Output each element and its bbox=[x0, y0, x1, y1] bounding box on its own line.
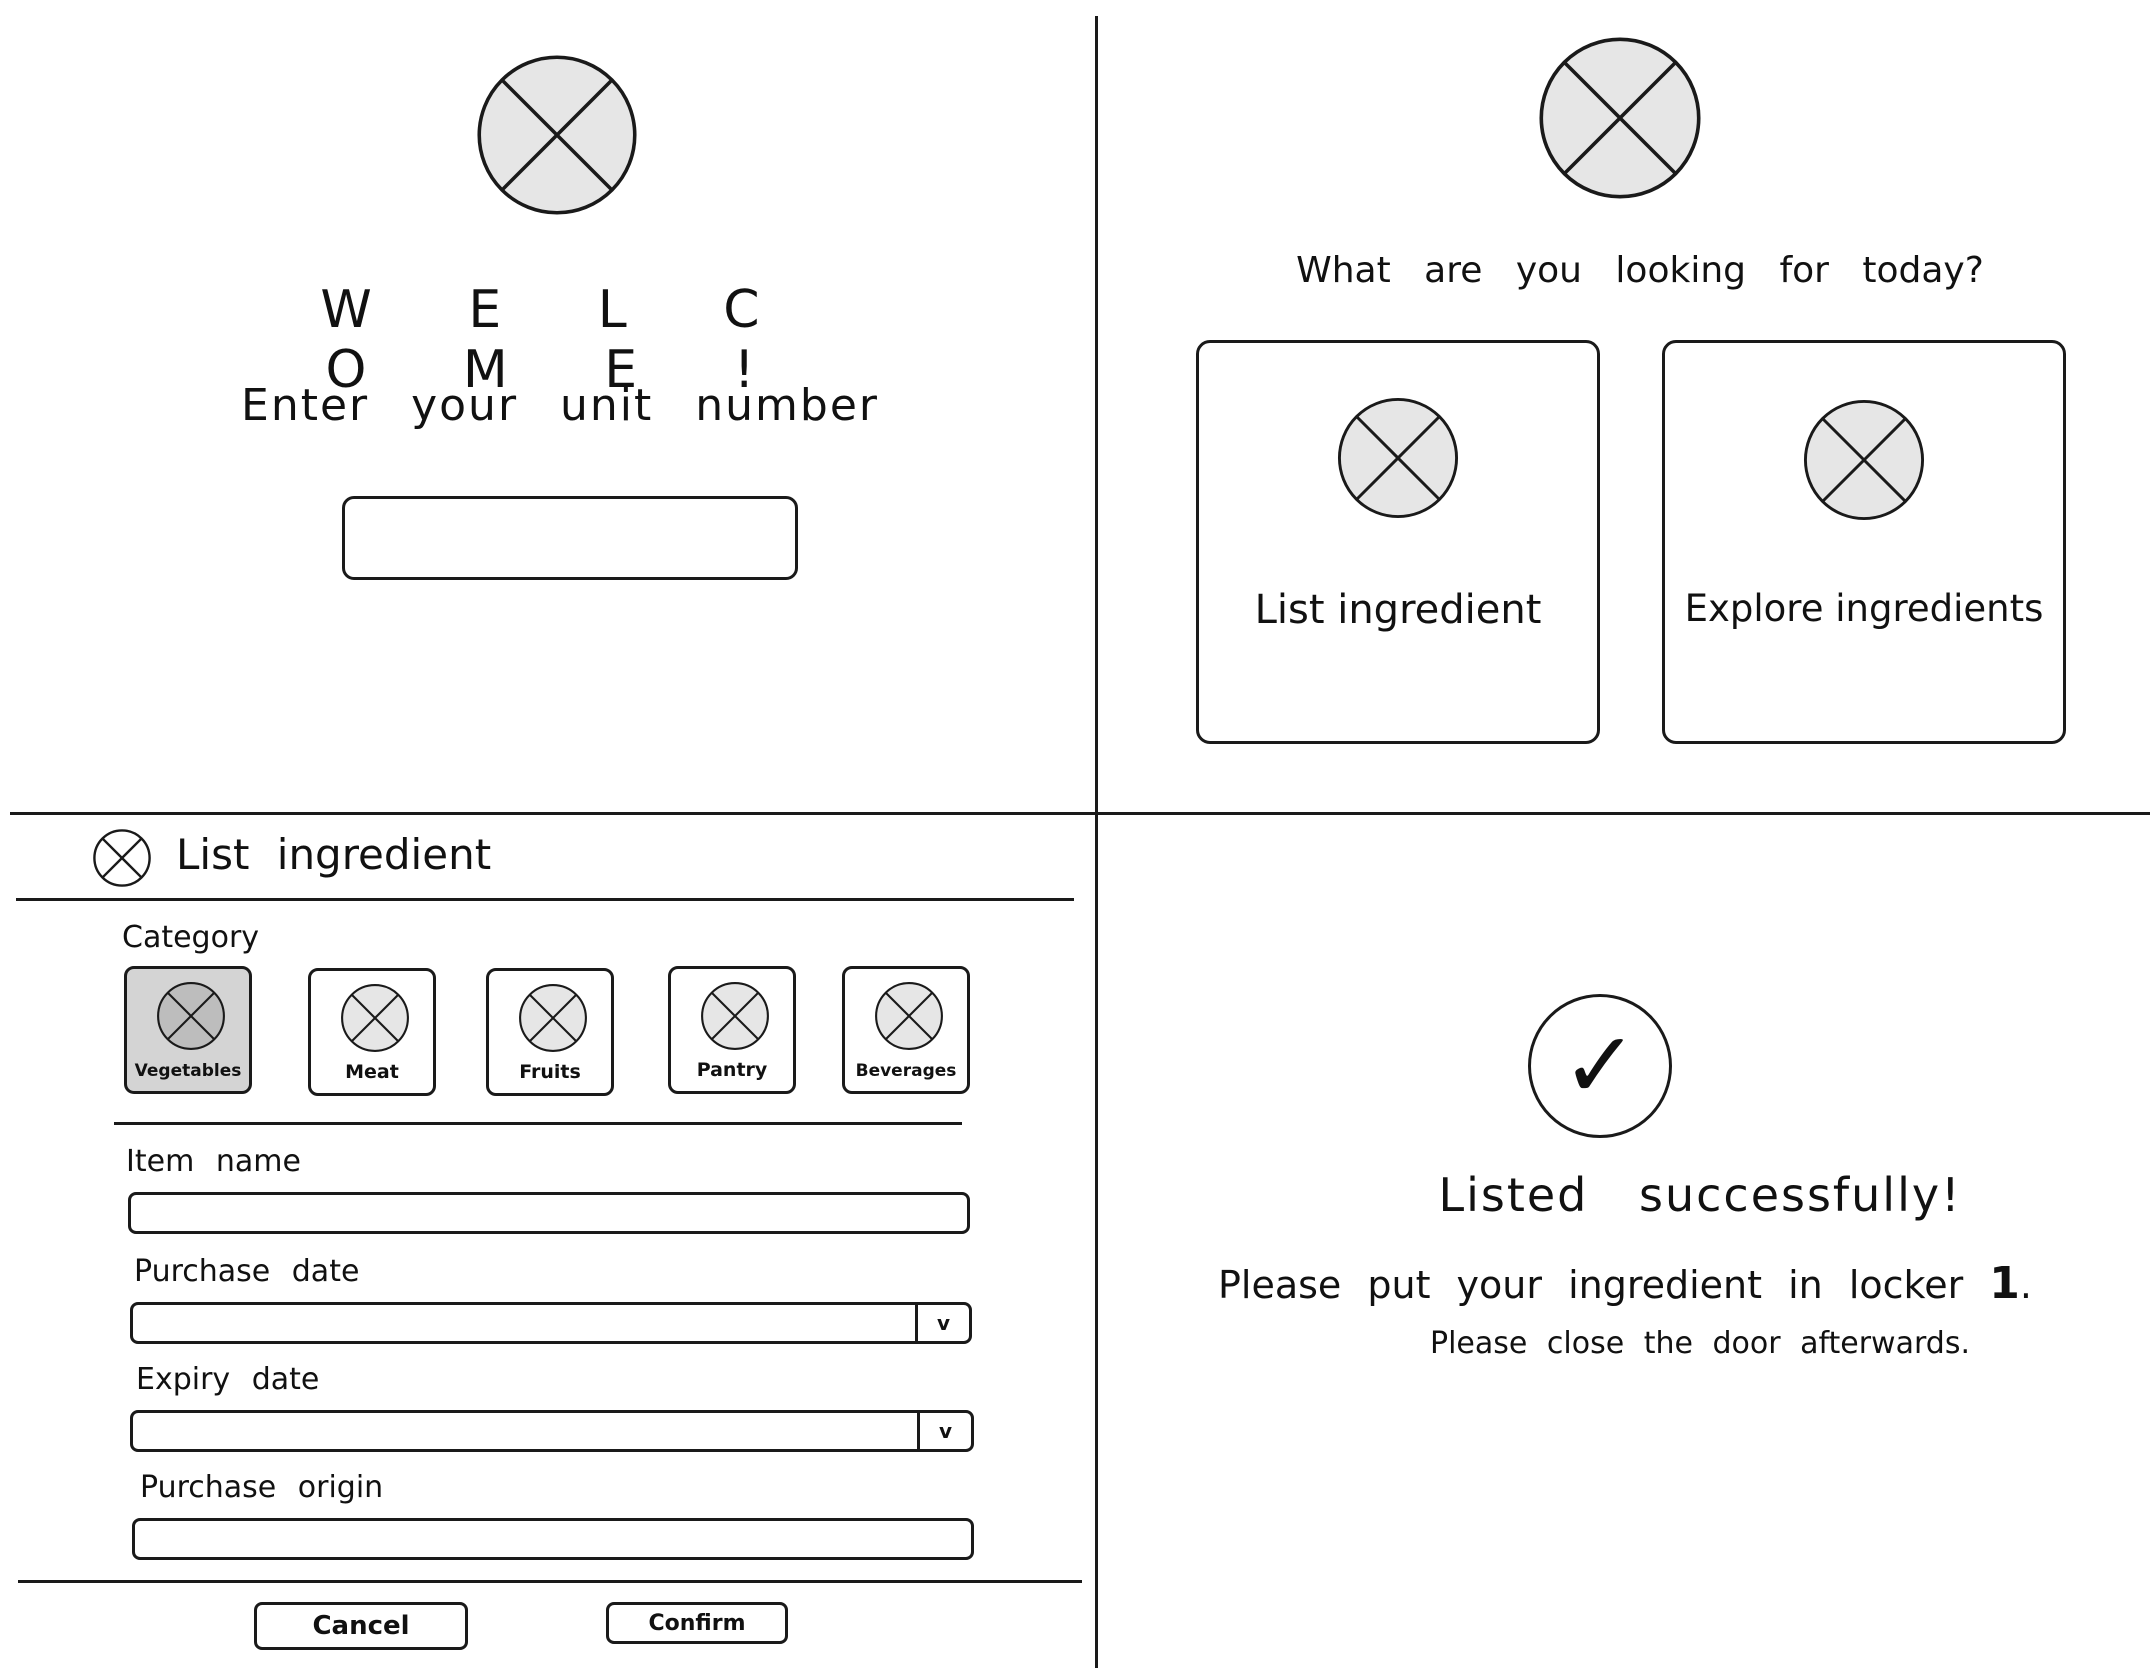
explore-ingredients-label: Explore ingredients bbox=[1684, 587, 2044, 630]
category-beverages-button[interactable]: Beverages bbox=[842, 966, 970, 1094]
success-title: Listed successfully! bbox=[1438, 1168, 1962, 1222]
category-label-meat: Meat bbox=[345, 1061, 399, 1083]
category-label-vegetables: Vegetables bbox=[134, 1061, 242, 1081]
chevron-down-icon[interactable]: v bbox=[915, 1305, 969, 1341]
horizontal-divider bbox=[10, 812, 2150, 815]
explore-ingredients-card[interactable]: Explore ingredients bbox=[1662, 340, 2066, 744]
purchase-date-select[interactable]: v bbox=[130, 1302, 972, 1344]
header-placeholder-icon[interactable] bbox=[92, 828, 152, 888]
purchase-origin-input[interactable] bbox=[132, 1518, 974, 1560]
expiry-date-label: Expiry date bbox=[136, 1362, 320, 1397]
form-footer-divider bbox=[18, 1580, 1082, 1583]
item-name-label: Item name bbox=[126, 1144, 301, 1179]
category-fruits-button[interactable]: Fruits bbox=[486, 968, 614, 1096]
locker-number: 1 bbox=[1989, 1258, 2020, 1309]
item-name-input[interactable] bbox=[128, 1192, 970, 1234]
instruction-suffix: . bbox=[2019, 1263, 2033, 1307]
category-vegetables-button[interactable]: Vegetables bbox=[124, 966, 252, 1094]
category-label-fruits: Fruits bbox=[519, 1061, 581, 1083]
category-label: Category bbox=[122, 920, 260, 955]
explore-ingredients-image-icon bbox=[1803, 399, 1925, 521]
purchase-origin-label: Purchase origin bbox=[140, 1470, 384, 1505]
checkmark-icon: ✓ bbox=[1528, 994, 1672, 1138]
locker-instruction: Please put your ingredient in locker 1. bbox=[1150, 1258, 2100, 1309]
category-label-beverages: Beverages bbox=[855, 1061, 957, 1081]
cancel-button[interactable]: Cancel bbox=[254, 1602, 468, 1650]
list-ingredient-image-icon bbox=[1337, 397, 1459, 519]
category-divider bbox=[114, 1122, 962, 1125]
question-heading: What are you looking for today? bbox=[1296, 250, 1984, 291]
purchase-date-label: Purchase date bbox=[134, 1254, 360, 1289]
fruits-image-icon bbox=[518, 983, 588, 1053]
confirm-button[interactable]: Confirm bbox=[606, 1602, 788, 1644]
form-title: List ingredient bbox=[176, 830, 492, 879]
close-door-note: Please close the door afterwards. bbox=[1430, 1326, 1970, 1361]
list-ingredient-label: List ingredient bbox=[1254, 587, 1542, 633]
unit-number-input[interactable] bbox=[342, 496, 798, 580]
category-pantry-button[interactable]: Pantry bbox=[668, 966, 796, 1094]
vegetables-image-icon bbox=[156, 981, 226, 1051]
beverages-image-icon bbox=[874, 981, 944, 1051]
instruction-prefix: Please put your ingredient in locker bbox=[1217, 1263, 1964, 1307]
unit-number-prompt: Enter your unit number bbox=[241, 380, 879, 431]
pantry-image-icon bbox=[700, 981, 770, 1051]
logo-placeholder-icon bbox=[476, 54, 638, 216]
logo-placeholder-icon bbox=[1538, 36, 1702, 200]
list-ingredient-card[interactable]: List ingredient bbox=[1196, 340, 1600, 744]
category-meat-button[interactable]: Meat bbox=[308, 968, 436, 1096]
category-label-pantry: Pantry bbox=[696, 1059, 768, 1081]
meat-image-icon bbox=[340, 983, 410, 1053]
expiry-date-select[interactable]: v bbox=[130, 1410, 974, 1452]
vertical-divider bbox=[1095, 16, 1098, 1668]
form-header-divider bbox=[16, 898, 1074, 901]
chevron-down-icon[interactable]: v bbox=[917, 1413, 971, 1449]
